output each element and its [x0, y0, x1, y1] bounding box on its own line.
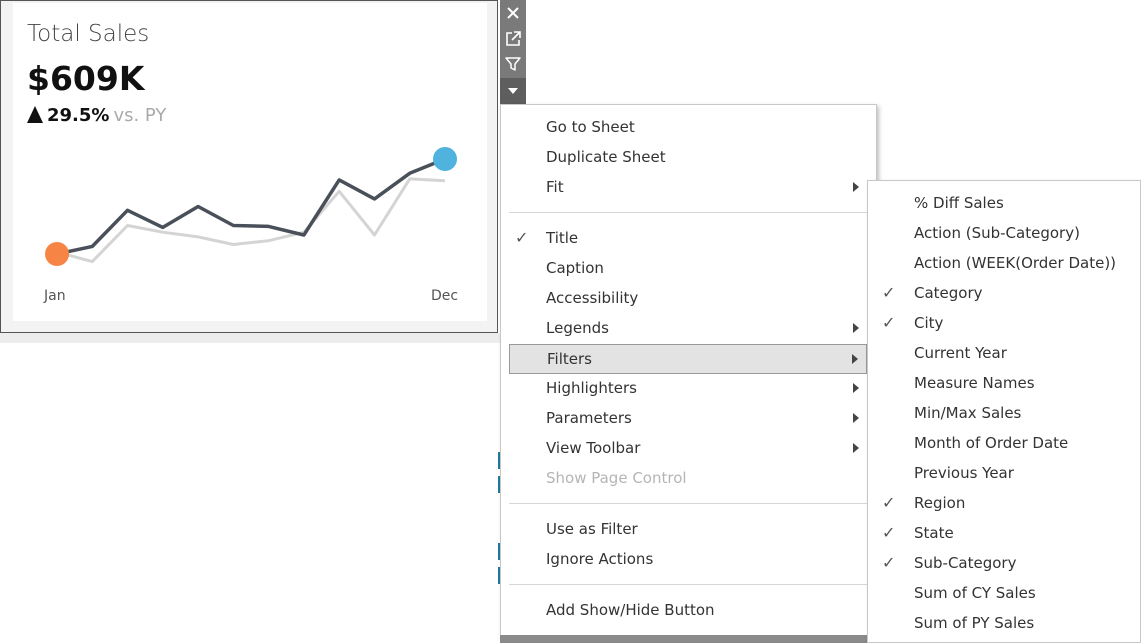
menu-item-label: Add Show/Hide Button [546, 601, 715, 619]
menu-item-caption[interactable]: Caption [509, 254, 867, 282]
x-start-label: Jan [44, 288, 66, 304]
filter-option-category[interactable]: ✓ Category [868, 279, 1140, 307]
filter-option-label: Sum of PY Sales [914, 614, 1035, 632]
dashboard-background-strip [0, 333, 505, 343]
checkmark-icon: ✓ [882, 553, 896, 572]
menu-item-label: View Toolbar [546, 439, 641, 457]
filter-option-label: % Diff Sales [914, 194, 1004, 212]
total-sales-card[interactable]: Total Sales $609K 29.5% vs. PY Jan Dec [0, 0, 498, 333]
menu-item-label: Accessibility [546, 289, 639, 307]
filter-option-min-max-sales[interactable]: Min/Max Sales [868, 399, 1140, 427]
menu-item-use-as-filter[interactable]: Use as Filter [509, 515, 867, 543]
submenu-arrow-icon [853, 182, 859, 192]
menu-item-label: Go to Sheet [546, 118, 635, 136]
filter-option-label: Measure Names [914, 374, 1035, 392]
menu-item-label: Use as Filter [546, 520, 638, 538]
end-point-dot [433, 147, 457, 171]
menu-item-legends[interactable]: Legends [509, 314, 867, 342]
menu-item-filters[interactable]: Filters [509, 344, 867, 374]
checkmark-icon: ✓ [882, 523, 896, 542]
submenu-arrow-icon [853, 413, 859, 423]
filter-option-current-year[interactable]: Current Year [868, 339, 1140, 367]
menu-item-title[interactable]: ✓ Title [509, 224, 867, 252]
filter-option-label: Sum of CY Sales [914, 584, 1036, 602]
menu-item-label: Legends [546, 319, 609, 337]
filter-option-label: Current Year [914, 344, 1007, 362]
filter-option-month-of-order-date[interactable]: Month of Order Date [868, 429, 1140, 457]
filters-submenu: % Diff Sales Action (Sub-Category) Action … [867, 180, 1141, 643]
filter-option-region[interactable]: ✓ Region [868, 489, 1140, 517]
filter-option-label: Previous Year [914, 464, 1014, 482]
filter-option-label: Action (Sub-Category) [914, 224, 1080, 242]
menu-item-duplicate-sheet[interactable]: Duplicate Sheet [509, 143, 867, 171]
menu-item-label: Duplicate Sheet [546, 148, 666, 166]
start-point-dot [45, 242, 69, 266]
menu-item-label: Show Page Control [546, 469, 687, 487]
submenu-arrow-icon [852, 354, 858, 364]
menu-item-highlighters[interactable]: Highlighters [509, 374, 867, 402]
menu-item-show-page-control: Show Page Control [509, 464, 867, 492]
checkmark-icon: ✓ [882, 283, 896, 302]
filter-option-measure-names[interactable]: Measure Names [868, 369, 1140, 397]
filter-option-label: Region [914, 494, 966, 512]
filter-option-label: Sub-Category [914, 554, 1017, 572]
menu-item-go-to-sheet[interactable]: Go to Sheet [509, 113, 867, 141]
filter-option-label: City [914, 314, 944, 332]
filter-icon[interactable] [500, 51, 526, 76]
open-external-icon[interactable] [500, 26, 526, 51]
menu-item-accessibility[interactable]: Accessibility [509, 284, 867, 312]
filter-option-sum-of-py-sales[interactable]: Sum of PY Sales [868, 609, 1140, 637]
sparkline-chart[interactable] [1, 1, 499, 334]
filter-option-label: Min/Max Sales [914, 404, 1022, 422]
x-end-label: Dec [431, 288, 459, 304]
submenu-arrow-icon [853, 443, 859, 453]
filter-option-previous-year[interactable]: Previous Year [868, 459, 1140, 487]
filter-option-action-sub-category[interactable]: Action (Sub-Category) [868, 219, 1140, 247]
menu-item-fit[interactable]: Fit [509, 173, 867, 201]
checkmark-icon: ✓ [882, 493, 896, 512]
submenu-arrow-icon [853, 323, 859, 333]
menu-item-label: Fit [546, 178, 564, 196]
filter-option-label: Month of Order Date [914, 434, 1069, 452]
menu-item-label: Filters [547, 350, 592, 368]
filter-option-action-week-order-date[interactable]: Action (WEEK(Order Date)) [868, 249, 1140, 277]
menu-separator [509, 503, 867, 504]
menu-item-ignore-actions[interactable]: Ignore Actions [509, 545, 867, 573]
submenu-arrow-icon [853, 383, 859, 393]
filter-option-diff-sales[interactable]: % Diff Sales [868, 189, 1140, 217]
menu-separator [509, 212, 867, 213]
filter-option-label: Category [914, 284, 983, 302]
filter-option-city[interactable]: ✓ City [868, 309, 1140, 337]
checkmark-icon: ✓ [515, 228, 529, 247]
menu-item-label: Caption [546, 259, 604, 277]
menu-footer-bar [500, 635, 877, 643]
menu-item-label: Title [546, 229, 579, 247]
menu-item-add-show-hide-button[interactable]: Add Show/Hide Button [509, 596, 867, 624]
sheet-toolbar [500, 0, 526, 104]
filter-option-state[interactable]: ✓ State [868, 519, 1140, 547]
filter-option-sum-of-cy-sales[interactable]: Sum of CY Sales [868, 579, 1140, 607]
menu-item-label: Parameters [546, 409, 632, 427]
filter-option-label: State [914, 524, 954, 542]
menu-item-label: Ignore Actions [546, 550, 654, 568]
close-icon[interactable] [500, 0, 526, 25]
sheet-context-menu: Go to Sheet Duplicate Sheet Fit ✓ Title C… [500, 104, 877, 639]
more-options-icon[interactable] [500, 78, 526, 104]
checkmark-icon: ✓ [882, 313, 896, 332]
menu-item-label: Highlighters [546, 379, 637, 397]
menu-item-view-toolbar[interactable]: View Toolbar [509, 434, 867, 462]
menu-item-parameters[interactable]: Parameters [509, 404, 867, 432]
filter-option-sub-category[interactable]: ✓ Sub-Category [868, 549, 1140, 577]
menu-separator [509, 584, 867, 585]
filter-option-label: Action (WEEK(Order Date)) [914, 254, 1117, 272]
